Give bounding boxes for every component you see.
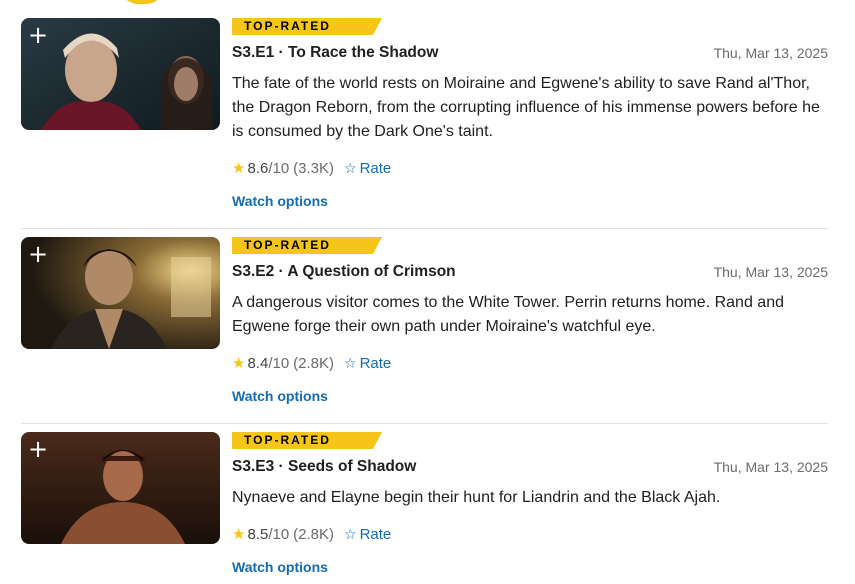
star-outline-icon: ☆ (344, 527, 357, 543)
episode-thumbnail[interactable]: + (21, 237, 220, 349)
rating-max: /10 (268, 160, 290, 177)
star-filled-icon: ★ (232, 354, 246, 372)
rating-count: (2.8K) (293, 526, 335, 543)
add-to-watchlist-button[interactable]: + (25, 436, 51, 462)
episode-date: Thu, Mar 13, 2025 (713, 45, 828, 61)
star-outline-icon: ☆ (344, 356, 357, 372)
star-filled-icon: ★ (232, 159, 246, 177)
rate-button[interactable]: ☆ Rate (344, 526, 391, 543)
rating-score: 8.5 (247, 526, 269, 543)
watch-options-link[interactable]: Watch options (232, 193, 328, 209)
episode-date: Thu, Mar 13, 2025 (713, 264, 828, 280)
episode-thumbnail[interactable]: + (21, 18, 220, 130)
divider (21, 228, 828, 229)
rating-row: ★ 8.6/10 (3.3K) ☆ Rate (232, 158, 391, 178)
top-rated-badge: TOP-RATED (232, 18, 382, 35)
episode-date: Thu, Mar 13, 2025 (713, 459, 828, 475)
rating-row: ★ 8.5/10 (2.8K) ☆ Rate (232, 524, 391, 544)
star-outline-icon: ☆ (344, 161, 357, 177)
episode-thumbnail[interactable]: + (21, 432, 220, 544)
add-to-watchlist-button[interactable]: + (25, 22, 51, 48)
rate-label: Rate (359, 526, 392, 543)
rating-max: /10 (268, 526, 290, 543)
rating-count: (2.8K) (293, 355, 335, 372)
rate-button[interactable]: ☆ Rate (344, 160, 391, 177)
episode-title[interactable]: S3.E3 · Seeds of Shadow (232, 458, 416, 476)
top-rated-badge: TOP-RATED (232, 237, 382, 254)
episode-card-1: + TOP-RATED S3.E1 · To Race the Shadow T… (0, 18, 855, 228)
add-to-watchlist-button[interactable]: + (25, 241, 51, 267)
episode-description: The fate of the world rests on Moiraine … (232, 75, 820, 140)
top-rated-badge: TOP-RATED (232, 432, 382, 449)
episode-description: Nynaeve and Elayne begin their hunt for … (232, 489, 721, 506)
divider (21, 423, 828, 424)
episode-title[interactable]: S3.E1 · To Race the Shadow (232, 44, 438, 62)
episode-description: A dangerous visitor comes to the White T… (232, 294, 784, 335)
rating-max: /10 (268, 355, 290, 372)
rating-score: 8.4 (247, 355, 269, 372)
episode-card-2: + TOP-RATED S3.E2 · A Question of Crimso… (0, 237, 855, 423)
rate-button[interactable]: ☆ Rate (344, 355, 391, 372)
rate-label: Rate (359, 355, 392, 372)
rate-label: Rate (359, 160, 392, 177)
rating-row: ★ 8.4/10 (2.8K) ☆ Rate (232, 353, 391, 373)
episode-card-3: + TOP-RATED S3.E3 · Seeds of Shadow Thu,… (0, 432, 855, 584)
watch-options-link[interactable]: Watch options (232, 559, 328, 575)
top-accent-shape (120, 0, 164, 4)
rating-count: (3.3K) (293, 160, 335, 177)
rating-score: 8.6 (247, 160, 269, 177)
watch-options-link[interactable]: Watch options (232, 388, 328, 404)
episode-title[interactable]: S3.E2 · A Question of Crimson (232, 263, 456, 281)
star-filled-icon: ★ (232, 525, 246, 543)
